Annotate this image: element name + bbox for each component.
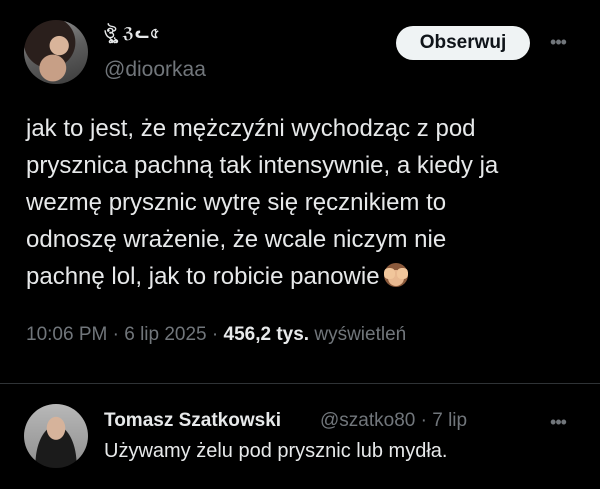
tweet-text-line: wezmę prysznic wytrę się ręcznikiem to: [26, 189, 447, 216]
tweet-text-line: jak to jest, że mężczyźni wychodząc z po…: [26, 115, 476, 142]
tweet-text-line: odnoszę wrażenie, że wcale niczym nie: [26, 226, 447, 253]
reply-handle-and-time[interactable]: @szatko80 · 7 lip: [320, 410, 467, 432]
author-display-name[interactable]: ঔৣ ℨᓚ৫: [104, 22, 161, 47]
reply-author-name[interactable]: Tomasz Szatkowski: [104, 410, 281, 432]
main-tweet: ঔৣ ℨᓚ৫ @dioorkaa Obserwuj ••• jak to jes…: [0, 0, 600, 370]
views-count: 456,2 tys.: [223, 324, 315, 345]
tweet-date[interactable]: 6 lip 2025: [124, 324, 206, 345]
tweet-time[interactable]: 10:06 PM: [26, 324, 107, 345]
avatar[interactable]: [24, 20, 88, 84]
tweet-text-line: pachnę lol, jak to robicie panowie: [26, 263, 380, 290]
reply-avatar[interactable]: [24, 404, 88, 468]
divider: [0, 383, 600, 384]
tweet-text-line: prysznica pachną tak intensywnie, a kied…: [26, 152, 499, 179]
meta-separator: ·: [211, 324, 224, 345]
more-options-icon[interactable]: •••: [545, 32, 571, 52]
views-label: wyświetleń: [314, 324, 407, 345]
meta-separator: ·: [112, 324, 125, 345]
follow-button[interactable]: Obserwuj: [396, 26, 530, 60]
tweet-text: jak to jest, że mężczyźni wychodząc z po…: [26, 110, 571, 295]
tweet-meta: 10:06 PM · 6 lip 2025 · 456,2 tys. wyświ…: [26, 324, 406, 346]
author-handle[interactable]: @dioorkaa: [104, 58, 206, 82]
reply-more-options-icon[interactable]: •••: [545, 412, 571, 432]
tweet-text-line-last: pachnę lol, jak to robicie panowie: [26, 258, 571, 295]
see-no-evil-monkey-icon: [381, 260, 411, 290]
reply-text: Używamy żelu pod prysznic lub mydła.: [104, 440, 448, 462]
